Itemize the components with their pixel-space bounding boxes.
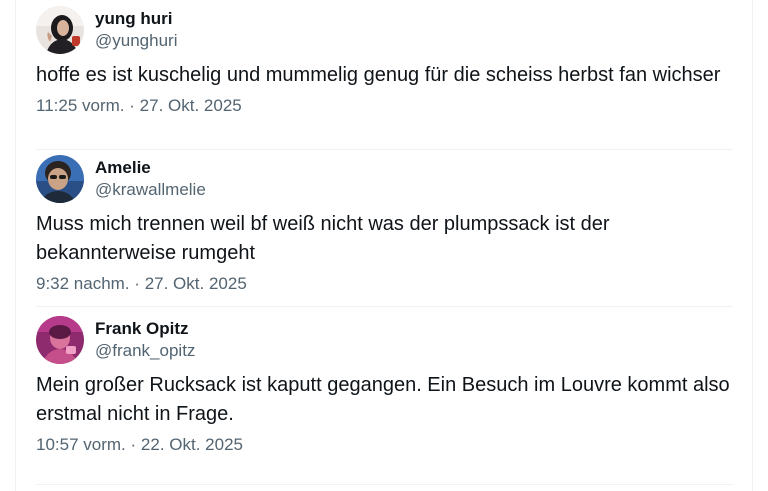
display-name[interactable]: Frank Opitz xyxy=(95,318,195,340)
tweet-header: Frank Opitz @frank_opitz xyxy=(36,316,733,366)
page: yung huri @yunghuri hoffe es ist kuschel… xyxy=(0,0,768,491)
handle[interactable]: @krawallmelie xyxy=(95,179,206,201)
display-name[interactable]: yung huri xyxy=(95,8,177,30)
divider xyxy=(36,484,733,485)
meta-separator: · xyxy=(134,274,140,293)
tweet-timestamp[interactable]: 11:25 vorm. · 27. Okt. 2025 xyxy=(36,95,733,117)
meta-separator: · xyxy=(129,96,135,115)
tweet-text: hoffe es ist kuschelig und mummelig genu… xyxy=(36,64,721,86)
tweet-time: 10:57 vorm. xyxy=(36,435,126,454)
avatar[interactable] xyxy=(36,155,84,203)
handle[interactable]: @yunghuri xyxy=(95,30,177,52)
avatar[interactable] xyxy=(36,316,84,364)
tweet-date: 27. Okt. 2025 xyxy=(144,274,247,293)
tweet-time: 9:32 nachm. xyxy=(36,274,130,293)
tweet-date: 27. Okt. 2025 xyxy=(139,96,242,115)
tweet[interactable]: Amelie @krawallmelie Muss mich trennen w… xyxy=(36,155,733,295)
avatar-photo-dark-hair-icon xyxy=(36,6,84,54)
tweet[interactable]: yung huri @yunghuri hoffe es ist kuschel… xyxy=(36,6,733,117)
tweet-text: Muss mich trennen weil bf weiß nicht was… xyxy=(36,213,610,264)
meta-separator: · xyxy=(130,435,137,454)
tweet-header: yung huri @yunghuri xyxy=(36,6,733,56)
tweet-header: Amelie @krawallmelie xyxy=(36,155,733,205)
divider xyxy=(36,306,733,307)
tweet-time: 11:25 vorm. xyxy=(36,96,125,115)
tweet-timestamp[interactable]: 9:32 nachm. · 27. Okt. 2025 xyxy=(36,273,733,295)
display-name[interactable]: Amelie xyxy=(95,157,206,179)
avatar[interactable] xyxy=(36,6,84,54)
tweet[interactable]: Frank Opitz @frank_opitz Mein großer Ruc… xyxy=(36,316,733,456)
tweet-timestamp[interactable]: 10:57 vorm. · 22. Okt. 2025 xyxy=(36,434,733,456)
avatar-photo-face-blue-icon xyxy=(36,155,84,203)
tweet-date: 22. Okt. 2025 xyxy=(140,435,243,454)
handle[interactable]: @frank_opitz xyxy=(95,340,195,362)
avatar-photo-pink-icon xyxy=(36,316,84,364)
divider xyxy=(36,149,733,150)
tweet-text: Mein großer Rucksack ist kaputt gegangen… xyxy=(36,374,730,425)
